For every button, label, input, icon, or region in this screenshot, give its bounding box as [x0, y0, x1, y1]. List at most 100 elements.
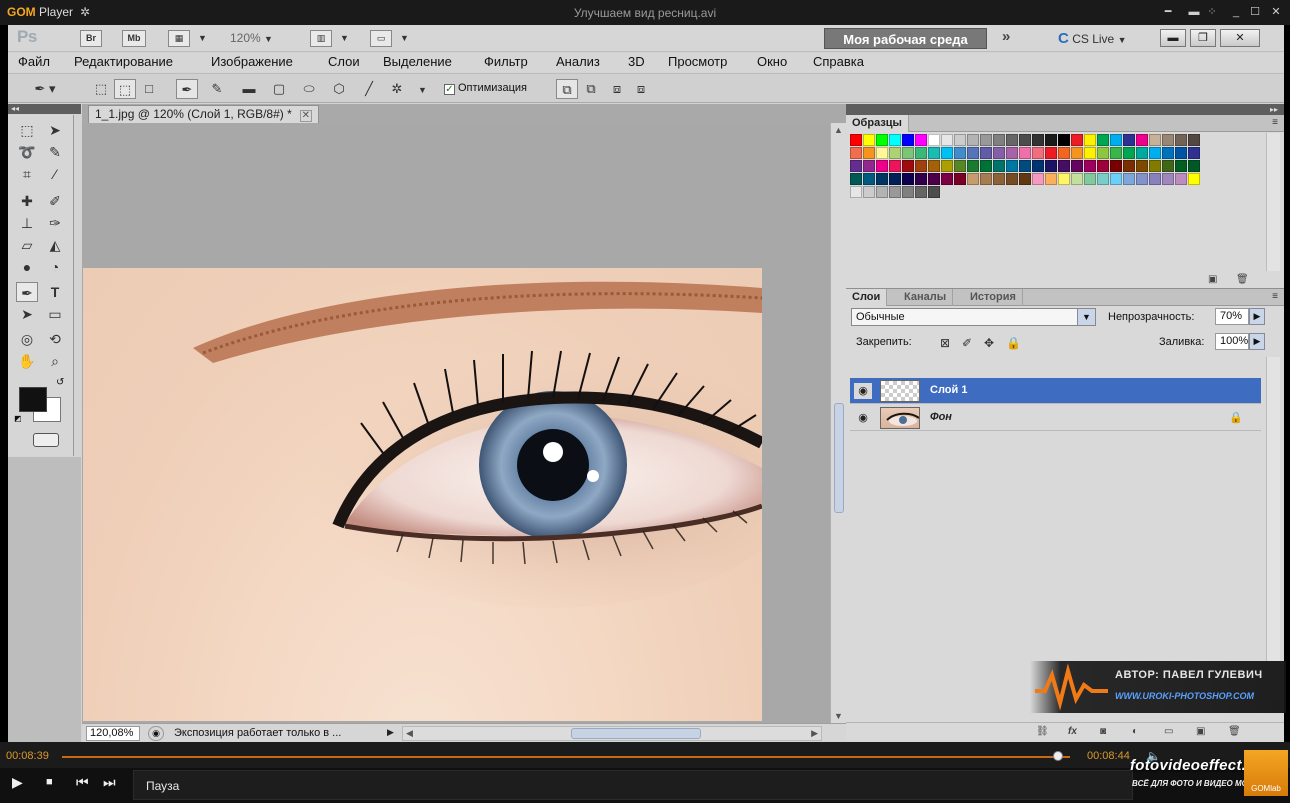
- menu-select[interactable]: Выделение: [383, 54, 452, 69]
- color-swatch[interactable]: [1123, 160, 1135, 172]
- custom-shape-icon[interactable]: ✲: [386, 79, 408, 99]
- color-swatch[interactable]: [863, 186, 875, 198]
- color-swatch[interactable]: [889, 173, 901, 185]
- scroll-down-icon[interactable]: ▼: [834, 711, 843, 721]
- menu-3d[interactable]: 3D: [628, 54, 645, 69]
- color-swatch[interactable]: [980, 134, 992, 146]
- color-swatch[interactable]: [954, 173, 966, 185]
- color-swatch[interactable]: [1045, 160, 1057, 172]
- color-swatch[interactable]: [967, 173, 979, 185]
- color-swatch[interactable]: [1110, 147, 1122, 159]
- color-swatch[interactable]: [954, 160, 966, 172]
- menu-analysis[interactable]: Анализ: [556, 54, 600, 69]
- menu-edit[interactable]: Редактирование: [74, 54, 173, 69]
- color-swatch[interactable]: [941, 147, 953, 159]
- fill-field[interactable]: 100%: [1215, 333, 1249, 350]
- color-swatch[interactable]: [1058, 147, 1070, 159]
- color-swatch[interactable]: [980, 147, 992, 159]
- exclude-paths-icon[interactable]: ⧈: [630, 79, 652, 99]
- color-swatch[interactable]: [980, 173, 992, 185]
- rectangle-tool-icon[interactable]: ▭: [44, 304, 66, 324]
- color-swatch[interactable]: [915, 147, 927, 159]
- color-swatch[interactable]: [1162, 160, 1174, 172]
- brush-tool-icon[interactable]: ✐: [44, 191, 66, 211]
- ps-restore-icon[interactable]: ❐: [1190, 29, 1216, 47]
- gom-bar-icon[interactable]: ━: [1150, 4, 1186, 20]
- play-icon[interactable]: ▶: [12, 774, 23, 791]
- color-swatch[interactable]: [1084, 173, 1096, 185]
- panel-menu-icon[interactable]: ≡: [1272, 117, 1278, 128]
- color-swatch[interactable]: [1110, 173, 1122, 185]
- view-extras-icon[interactable]: ▦: [168, 30, 190, 47]
- stop-icon[interactable]: ■: [46, 776, 53, 788]
- color-swatch[interactable]: [941, 173, 953, 185]
- menu-file[interactable]: Файл: [18, 54, 50, 69]
- color-swatch[interactable]: [863, 173, 875, 185]
- color-swatch[interactable]: [902, 147, 914, 159]
- gom-compact-icon[interactable]: ⁘: [1204, 4, 1220, 20]
- lasso-tool-icon[interactable]: ➰: [16, 142, 38, 162]
- screen-mode-icon[interactable]: ▭: [370, 30, 392, 47]
- color-swatch[interactable]: [915, 160, 927, 172]
- color-swatch[interactable]: [928, 134, 940, 146]
- menu-image[interactable]: Изображение: [211, 54, 293, 69]
- color-swatch[interactable]: [876, 173, 888, 185]
- panel-dock-collapse[interactable]: ▸▸: [846, 104, 1284, 115]
- freeform-pen-icon[interactable]: ✎: [206, 79, 228, 99]
- color-swatch[interactable]: [1188, 147, 1200, 159]
- scroll-right-icon[interactable]: ▶: [811, 728, 818, 739]
- seek-bar[interactable]: [62, 756, 1070, 758]
- lock-image-icon[interactable]: ✐: [962, 336, 972, 350]
- color-swatch[interactable]: [928, 173, 940, 185]
- paths-mode-icon[interactable]: ⬚: [114, 79, 136, 99]
- color-swatch[interactable]: [1084, 147, 1096, 159]
- eraser-tool-icon[interactable]: ▱: [16, 235, 38, 255]
- color-swatch[interactable]: [902, 173, 914, 185]
- swap-colors-icon[interactable]: ↺: [56, 377, 64, 388]
- scroll-up-icon[interactable]: ▲: [834, 125, 843, 135]
- color-swatch[interactable]: [1097, 147, 1109, 159]
- gom-close-icon[interactable]: ✕: [1268, 4, 1284, 20]
- optimization-checkbox[interactable]: ✓ Оптимизация: [444, 82, 527, 95]
- blend-mode-select[interactable]: Обычные ▼: [851, 308, 1096, 326]
- color-swatch[interactable]: [915, 186, 927, 198]
- foreground-color-swatch[interactable]: [19, 387, 47, 412]
- color-swatch[interactable]: [941, 134, 953, 146]
- chevron-down-icon[interactable]: ▼: [340, 33, 349, 43]
- chevron-down-icon[interactable]: ▼: [418, 85, 427, 95]
- color-swatch[interactable]: [1071, 134, 1083, 146]
- color-swatch[interactable]: [1006, 160, 1018, 172]
- color-swatch[interactable]: [1058, 134, 1070, 146]
- gom-maximize-icon[interactable]: ☐: [1247, 4, 1263, 20]
- subtract-paths-icon[interactable]: ⧉: [580, 79, 602, 99]
- color-swatch[interactable]: [1071, 160, 1083, 172]
- color-swatch[interactable]: [967, 134, 979, 146]
- color-swatch[interactable]: [850, 134, 862, 146]
- color-swatch[interactable]: [1123, 173, 1135, 185]
- color-swatch[interactable]: [850, 160, 862, 172]
- horizontal-scroll-thumb[interactable]: [571, 728, 701, 739]
- color-swatch[interactable]: [1019, 147, 1031, 159]
- tab-layers[interactable]: Слои: [846, 289, 888, 306]
- color-swatch[interactable]: [1188, 173, 1200, 185]
- color-swatch[interactable]: [928, 147, 940, 159]
- next-icon[interactable]: ⏭: [103, 774, 116, 791]
- color-swatch[interactable]: [1175, 173, 1187, 185]
- cs-live-menu[interactable]: C CS Live ▼: [1058, 30, 1126, 47]
- horizontal-scrollbar[interactable]: ◀ ▶: [402, 726, 822, 741]
- color-swatch[interactable]: [876, 134, 888, 146]
- healing-brush-tool-icon[interactable]: ✚: [16, 191, 38, 211]
- status-info-icon[interactable]: ◉: [148, 726, 164, 741]
- color-swatch[interactable]: [1058, 173, 1070, 185]
- lock-transparency-icon[interactable]: ⊠: [940, 336, 950, 350]
- rounded-rectangle-icon[interactable]: ▢: [268, 79, 290, 99]
- zoom-level[interactable]: 120% ▼: [230, 31, 273, 45]
- color-swatch[interactable]: [915, 173, 927, 185]
- color-swatch[interactable]: [1045, 147, 1057, 159]
- color-swatch[interactable]: [1149, 147, 1161, 159]
- color-swatch[interactable]: [993, 147, 1005, 159]
- color-swatch[interactable]: [889, 160, 901, 172]
- color-swatch[interactable]: [1123, 134, 1135, 146]
- color-swatch[interactable]: [876, 160, 888, 172]
- color-swatch[interactable]: [1175, 134, 1187, 146]
